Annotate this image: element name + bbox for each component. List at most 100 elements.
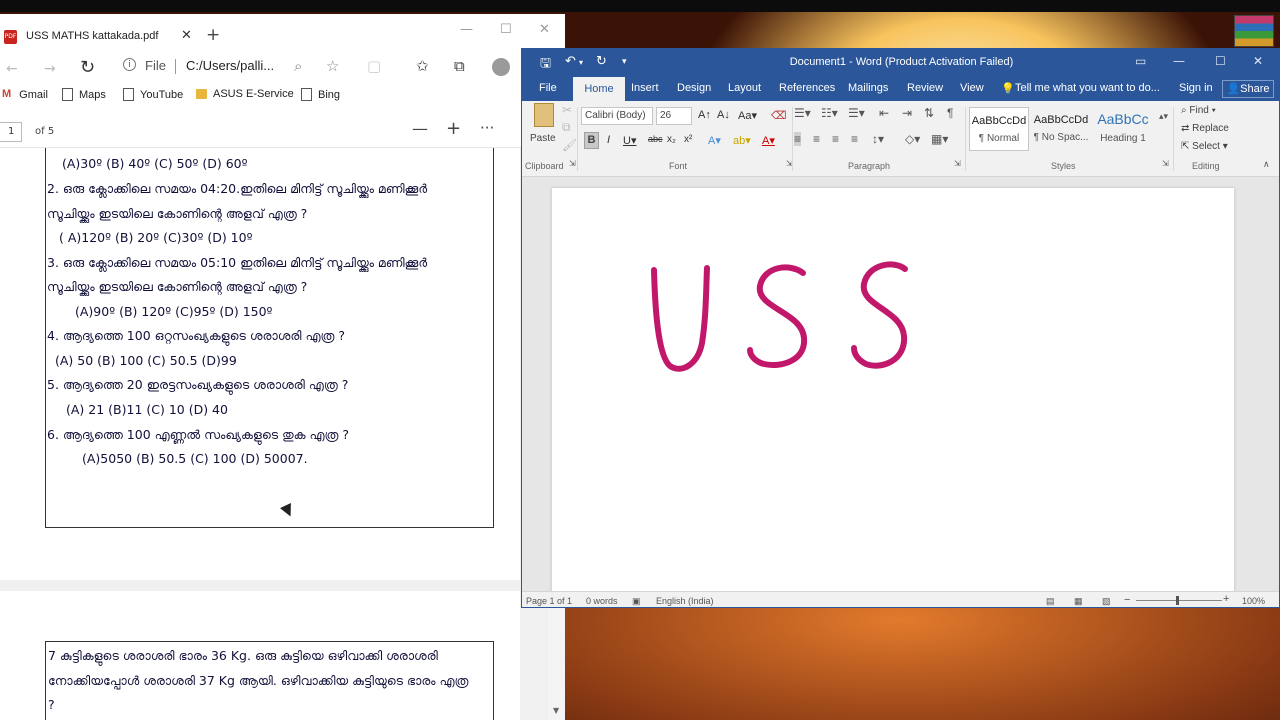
tab-home[interactable]: Home [573,77,625,101]
refresh-icon[interactable]: ↻ [80,57,95,78]
document-page[interactable] [552,188,1234,598]
grow-font-icon[interactable]: A↑ [698,109,711,121]
format-painter-icon[interactable]: 🖌 [562,138,577,152]
bold-button[interactable]: B [584,132,599,149]
favorite-star-icon[interactable]: ☆ [326,57,339,75]
zoom-out-button[interactable]: — [412,119,428,138]
find-button[interactable]: ⌕ Find ▾ [1181,105,1216,116]
borders-icon[interactable]: ▦▾ [931,132,948,146]
favorite-youtube[interactable]: YouTube [123,88,183,101]
zoom-minus-button[interactable]: − [1124,594,1130,606]
cut-icon[interactable]: ✂ [562,103,572,117]
collapse-ribbon-icon[interactable]: ∧ [1263,159,1270,170]
font-color-icon[interactable]: A▾ [762,134,775,147]
line-spacing-icon[interactable]: ↕▾ [872,132,884,146]
text-effects-icon[interactable]: A▾ [708,134,721,147]
justify-icon[interactable]: ≡ [851,132,858,146]
shrink-font-icon[interactable]: A↓ [717,109,730,121]
select-button[interactable]: ⇱ Select ▾ [1181,141,1228,152]
share-button[interactable]: 👤Share [1222,80,1274,98]
style-heading-1[interactable]: AaBbCc Heading 1 [1093,107,1153,151]
styles-scroll-icon[interactable]: ▴▾ [1159,111,1168,122]
tab-review[interactable]: Review [907,82,943,94]
tab-references[interactable]: References [779,82,835,94]
favorite-gmail[interactable]: M Gmail [2,88,48,101]
new-tab-button[interactable]: + [206,25,220,45]
word-maximize-button[interactable]: ☐ [1215,54,1226,68]
more-options-icon[interactable]: ··· [480,119,494,137]
font-size-select[interactable]: 26 [656,107,692,125]
winrar-desktop-icon[interactable] [1234,15,1274,47]
underline-button[interactable]: U▾ [623,134,636,147]
superscript-button[interactable]: x² [684,134,692,145]
word-close-button[interactable]: ✕ [1253,54,1263,68]
language-indicator[interactable]: English (India) [656,596,714,606]
tab-design[interactable]: Design [677,82,711,94]
zoom-slider-thumb[interactable] [1176,596,1179,605]
maximize-button[interactable]: ☐ [500,22,512,37]
increase-indent-icon[interactable]: ⇥ [902,106,912,120]
tab-insert[interactable]: Insert [631,82,659,94]
style-normal[interactable]: AaBbCcDd ¶ Normal [969,107,1029,151]
back-arrow-icon[interactable]: ← [6,61,18,77]
page-indicator[interactable]: Page 1 of 1 [526,596,572,606]
clear-formatting-icon[interactable]: ⌫ [771,109,787,122]
styles-launcher-icon[interactable]: ⇲ [1162,159,1169,168]
collections-icon[interactable]: ⧉ [454,57,465,75]
tab-pdf[interactable]: PDF USS MATHS kattakada.pdf ✕ [0,14,200,50]
close-button[interactable]: ✕ [539,22,550,37]
numbering-icon[interactable]: ☷▾ [821,106,838,120]
zoom-search-icon[interactable]: ⌕ [294,57,302,75]
tab-file[interactable]: File [539,82,557,94]
zoom-plus-button[interactable]: + [1223,593,1229,605]
info-icon[interactable]: i [123,58,136,71]
favorite-bing[interactable]: Bing [301,88,340,101]
scroll-down-arrow[interactable]: ▼ [553,706,559,715]
show-marks-icon[interactable]: ¶ [947,106,953,120]
favorites-list-icon[interactable]: ✩ [416,57,429,75]
profile-avatar[interactable] [492,58,510,76]
read-mode-icon[interactable]: ▤ [1046,596,1055,607]
minimize-button[interactable]: — [460,22,473,37]
tell-me-input[interactable]: Tell me what you want to do... [1015,82,1160,94]
decrease-indent-icon[interactable]: ⇤ [879,106,889,120]
forward-arrow-icon[interactable]: → [44,61,56,77]
sign-in-link[interactable]: Sign in [1179,82,1213,94]
sort-icon[interactable]: ⇅ [924,106,934,120]
align-right-icon[interactable]: ≡ [832,132,839,146]
tab-close-icon[interactable]: ✕ [181,28,192,43]
favorite-maps[interactable]: Maps [62,88,106,101]
word-minimize-button[interactable]: — [1173,54,1185,68]
extension-icon[interactable]: ▢ [367,57,381,75]
proofing-icon[interactable]: ▣ [632,596,641,607]
strikethrough-button[interactable]: abc [648,134,663,144]
style-no-spacing[interactable]: AaBbCcDd ¶ No Spac... [1031,107,1091,151]
clipboard-launcher-icon[interactable]: ⇲ [569,159,576,168]
change-case-icon[interactable]: Aa▾ [738,109,757,122]
address-input[interactable]: C:/Users/palli... [186,58,274,73]
align-left-icon[interactable]: ≡ [794,132,802,146]
zoom-slider[interactable] [1136,600,1222,601]
zoom-in-button[interactable]: + [446,118,461,139]
web-layout-icon[interactable]: ▧ [1102,596,1111,607]
tab-view[interactable]: View [960,82,984,94]
replace-button[interactable]: ⇄ Replace [1181,123,1229,134]
subscript-button[interactable]: x₂ [667,134,676,145]
font-name-select[interactable]: Calibri (Body) [581,107,653,125]
highlight-icon[interactable]: ab▾ [733,134,751,147]
word-count[interactable]: 0 words [586,596,618,606]
print-layout-icon[interactable]: ▦ [1074,596,1083,607]
tab-layout[interactable]: Layout [728,82,761,94]
favorite-asus-eservice[interactable]: ASUS E-Service [196,88,294,100]
paste-button[interactable]: Paste [528,103,558,155]
italic-button[interactable]: I [607,134,610,146]
bullets-icon[interactable]: ☰▾ [794,106,811,120]
copy-icon[interactable]: ⧉ [562,120,571,135]
multilevel-list-icon[interactable]: ☰▾ [848,106,865,120]
align-center-icon[interactable]: ≡ [813,132,820,146]
pdf-viewport[interactable]: (A)30º (B) 40º (C) 50º (D) 60º 2. ഒരു ക്… [0,148,565,720]
document-area[interactable] [522,177,1279,598]
page-number-input[interactable]: 1 [0,122,22,142]
shading-icon[interactable]: ◇▾ [905,132,920,146]
zoom-level[interactable]: 100% [1242,596,1265,606]
